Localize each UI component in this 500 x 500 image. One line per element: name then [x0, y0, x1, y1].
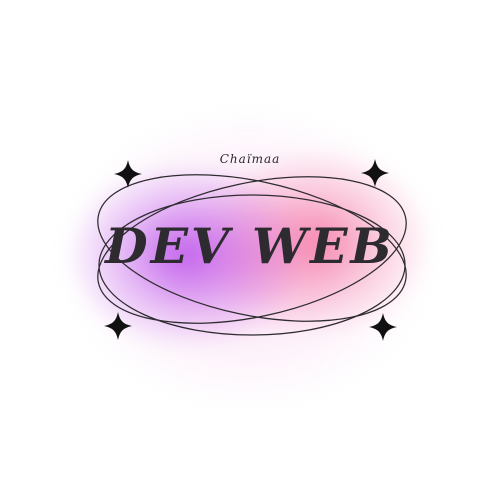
small-name-text: Chaïmaa — [219, 152, 281, 166]
logo-canvas: Chaïmaa DEV WEB — [0, 0, 500, 500]
sparkle-icon — [369, 313, 397, 341]
main-title: DEV WEB — [105, 217, 395, 275]
sparkle-icon — [104, 312, 132, 340]
